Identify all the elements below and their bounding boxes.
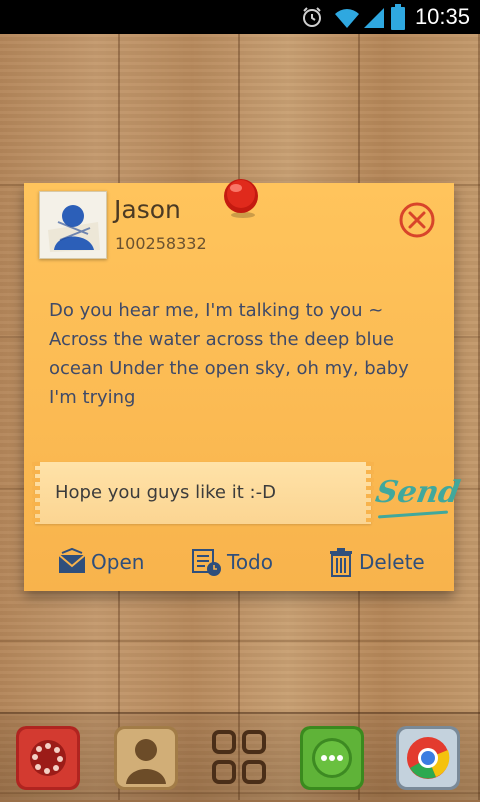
delete-button[interactable]: Delete [327, 545, 425, 579]
close-icon[interactable] [398, 201, 436, 239]
trash-icon [330, 548, 352, 577]
contact-avatar[interactable] [39, 191, 107, 259]
app-drawer-icon[interactable] [208, 726, 272, 790]
open-label: Open [91, 550, 145, 574]
battery-icon [391, 4, 405, 30]
push-pin-icon [224, 179, 258, 218]
chrome-browser-icon[interactable] [396, 726, 460, 790]
person-silhouette-icon [48, 205, 100, 252]
contacts-app-icon[interactable] [114, 726, 178, 790]
wifi-icon [335, 9, 359, 28]
signal-icon [364, 8, 384, 28]
open-button[interactable]: Open [57, 545, 144, 579]
reply-input-text[interactable]: Hope you guys like it :-D [55, 482, 276, 503]
status-bar: 10:35 [0, 0, 480, 34]
messaging-app-icon[interactable] [300, 726, 364, 790]
send-button[interactable]: Send [373, 475, 463, 510]
envelope-open-icon [58, 547, 86, 573]
dock-bar [0, 712, 480, 802]
todo-button[interactable]: Todo [191, 545, 273, 579]
contact-name: Jason [114, 195, 181, 224]
status-time: 10:35 [414, 4, 470, 29]
todo-label: Todo [227, 550, 273, 574]
todo-calendar-icon [192, 549, 221, 576]
send-underline [377, 510, 449, 519]
message-body: Do you hear me, I'm talking to you ~ Acr… [49, 300, 409, 408]
message-note-widget: Jason 100258332 Do you hear me, I'm talk… [24, 179, 463, 591]
reply-input[interactable]: Hope you guys like it :-D [32, 462, 374, 524]
delete-label: Delete [359, 550, 425, 574]
phone-app-icon[interactable] [16, 726, 80, 790]
alarm-icon [303, 7, 321, 27]
contact-number: 100258332 [115, 234, 207, 253]
